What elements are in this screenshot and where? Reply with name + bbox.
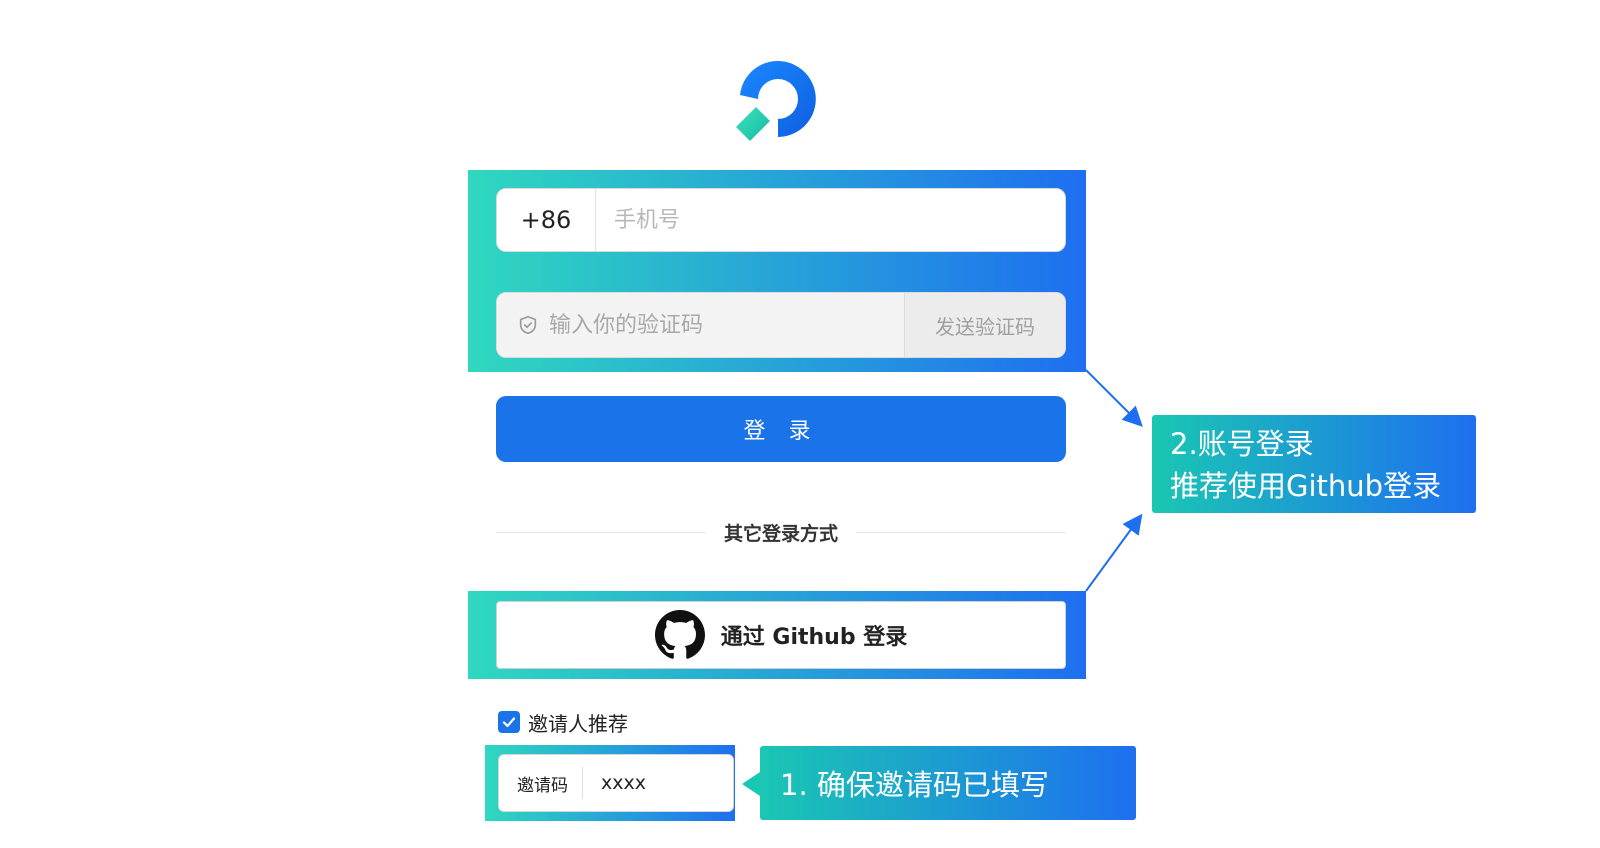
callout-account-login: 2.账号登录 推荐使用Github登录	[1152, 415, 1476, 513]
invite-checkbox-label: 邀请人推荐	[528, 711, 628, 736]
phone-input[interactable]	[596, 188, 1065, 252]
phone-input-group: +86	[496, 188, 1066, 252]
invite-code-input[interactable]: xxxx	[583, 772, 646, 794]
login-button[interactable]: 登 录	[496, 396, 1066, 462]
check-icon	[502, 717, 516, 728]
shield-check-icon	[517, 314, 539, 336]
callout-invite-code-text: 1. 确保邀请码已填写	[780, 768, 1049, 802]
github-login-label: 通过 Github 登录	[720, 625, 908, 650]
brand-logo-icon	[736, 61, 816, 141]
other-methods-label: 其它登录方式	[724, 522, 839, 545]
callout-invite-pointer	[742, 772, 760, 796]
github-login-button[interactable]: 通过 Github 登录	[496, 601, 1066, 669]
other-methods-divider: 其它登录方式	[496, 517, 1067, 547]
brand-logo	[734, 55, 822, 145]
invite-checkbox-row[interactable]: 邀请人推荐	[498, 706, 628, 738]
github-icon	[654, 610, 705, 660]
verify-code-group: 发送验证码	[496, 292, 1066, 358]
callout-account-login-line1: 2.账号登录	[1170, 427, 1314, 461]
connector-line-github	[1085, 513, 1143, 592]
send-code-button[interactable]: 发送验证码	[904, 293, 1065, 357]
divider-line-right	[856, 531, 1067, 533]
invite-checkbox[interactable]	[498, 711, 520, 733]
verify-code-input[interactable]	[539, 293, 904, 357]
callout-account-login-line2: 推荐使用Github登录	[1170, 469, 1442, 503]
invite-code-label: 邀请码	[499, 767, 583, 799]
divider-line-left	[496, 531, 706, 533]
connector-line-account	[1085, 369, 1143, 427]
callout-invite-code: 1. 确保邀请码已填写	[760, 746, 1136, 820]
country-code-prefix[interactable]: +86	[497, 189, 596, 251]
invite-code-group: 邀请码 xxxx	[498, 754, 734, 812]
verify-code-field	[497, 293, 904, 357]
